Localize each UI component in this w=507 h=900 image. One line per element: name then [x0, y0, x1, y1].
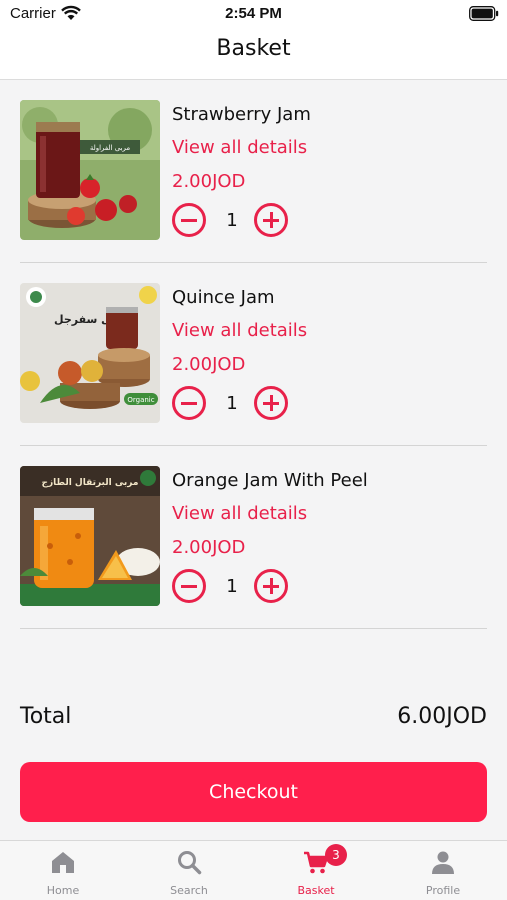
- orange-thumb-caption: مربى البرتقال الطازج: [42, 478, 139, 488]
- basket-count-badge: 3: [325, 844, 347, 866]
- battery-icon: [469, 6, 499, 21]
- search-icon: [178, 851, 202, 875]
- increase-quantity-button[interactable]: [254, 386, 288, 420]
- tab-label: Search: [170, 884, 208, 897]
- increase-quantity-button[interactable]: [254, 569, 288, 603]
- tab-profile[interactable]: Profile: [380, 841, 506, 900]
- tab-home[interactable]: Home: [0, 841, 126, 900]
- basket-item: مربى سفرجل Organic Quince Jam View all d…: [20, 263, 487, 446]
- item-price: 2.00JOD: [172, 171, 246, 192]
- total-label: Total: [20, 704, 72, 729]
- item-name: Orange Jam With Peel: [172, 470, 368, 491]
- tab-label: Profile: [425, 884, 461, 897]
- tab-bar: Home Search 3 Basket Profile: [0, 840, 507, 900]
- nav-bar: Basket: [0, 30, 507, 80]
- item-price: 2.00JOD: [172, 537, 246, 558]
- decrease-quantity-button[interactable]: [172, 569, 206, 603]
- status-bar: Carrier 2:54 PM: [0, 0, 507, 30]
- quince-jam-image[interactable]: مربى سفرجل Organic: [20, 283, 160, 423]
- quantity-value: 1: [226, 576, 238, 597]
- item-price: 2.00JOD: [172, 354, 246, 375]
- quantity-value: 1: [226, 210, 238, 231]
- orange-jam-image[interactable]: مربى البرتقال الطازج: [20, 466, 160, 606]
- view-details-link[interactable]: View all details: [172, 503, 307, 524]
- organic-label: Organic: [127, 396, 154, 404]
- item-name: Quince Jam: [172, 287, 275, 308]
- checkout-button[interactable]: Checkout: [20, 762, 487, 822]
- total-amount: 6.00JOD: [397, 704, 487, 729]
- item-name: Strawberry Jam: [172, 104, 311, 125]
- tab-search[interactable]: Search: [126, 841, 252, 900]
- strawberry-thumb-caption: مربى الفراولة: [90, 144, 131, 152]
- basket-item: مربى الفراولة Strawberry Jam View all de…: [20, 80, 487, 263]
- decrease-quantity-button[interactable]: [172, 386, 206, 420]
- decrease-quantity-button[interactable]: [172, 203, 206, 237]
- profile-icon: [432, 851, 454, 874]
- basket-item: مربى البرتقال الطازج Orange Jam With Pee…: [20, 446, 487, 629]
- increase-quantity-button[interactable]: [254, 203, 288, 237]
- tab-label: Home: [46, 884, 80, 897]
- tab-basket[interactable]: 3 Basket: [253, 841, 379, 900]
- page-title: Basket: [216, 36, 291, 61]
- view-details-link[interactable]: View all details: [172, 320, 307, 341]
- view-details-link[interactable]: View all details: [172, 137, 307, 158]
- quantity-value: 1: [226, 393, 238, 414]
- home-icon: [52, 852, 74, 873]
- tab-label: Basket: [297, 884, 335, 897]
- status-time: 2:54 PM: [225, 5, 282, 22]
- strawberry-jam-image[interactable]: مربى الفراولة: [20, 100, 160, 240]
